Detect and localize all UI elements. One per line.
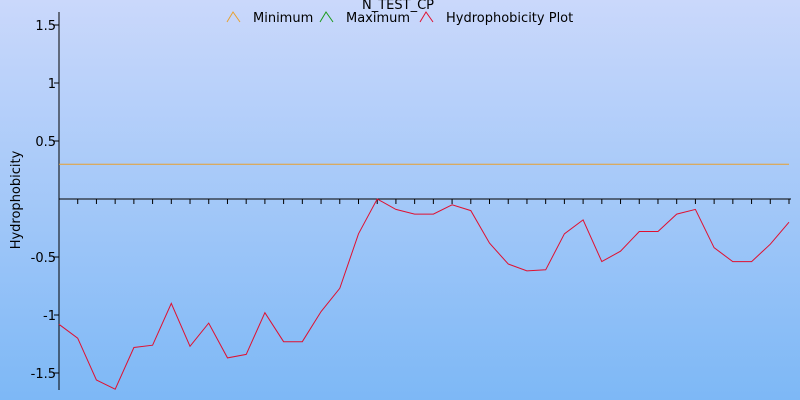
legend-label-maximum: Maximum: [346, 11, 410, 26]
y-tick-label: 0.5: [35, 135, 56, 150]
legend: Minimum Maximum Hydrophobicity Plot: [226, 11, 573, 26]
chart-background: [0, 0, 800, 400]
y-axis-label: Hydrophobicity: [9, 150, 24, 249]
hydrophobicity-chart: N_TEST_CP Minimum Maximum Hydrophobicity…: [0, 0, 800, 400]
y-tick-label: -0.5: [31, 251, 56, 266]
y-tick-label: 1.5: [35, 19, 56, 34]
legend-label-minimum: Minimum: [253, 11, 313, 26]
y-tick-label: -1: [43, 309, 56, 324]
legend-label-hydrophobicity: Hydrophobicity Plot: [446, 11, 573, 26]
y-tick-label: 1: [48, 77, 56, 92]
y-tick-label: -1.5: [31, 367, 56, 382]
chart-canvas: N_TEST_CP Minimum Maximum Hydrophobicity…: [0, 0, 800, 400]
